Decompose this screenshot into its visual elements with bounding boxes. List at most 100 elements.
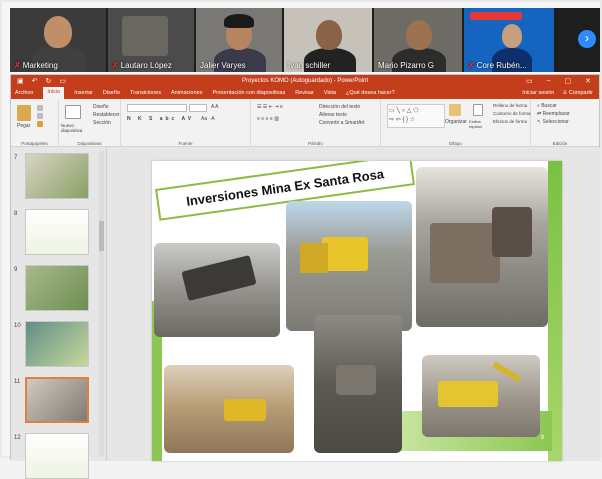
slide-thumbnail[interactable]: [25, 265, 89, 311]
participant-face: [44, 16, 72, 48]
tab-4[interactable]: Transiciones: [130, 90, 161, 96]
align-text-button[interactable]: Alinear texto: [319, 112, 347, 118]
muted-mic-icon: ✗: [468, 61, 475, 70]
slide-thumbnail[interactable]: [25, 209, 89, 255]
participant-tile[interactable]: ✗ Core Rubén...: [464, 8, 554, 72]
new-slide-icon[interactable]: [65, 105, 81, 119]
participant-face: [502, 24, 522, 48]
font-style-buttons[interactable]: N K S abc AV: [127, 116, 194, 122]
paste-button[interactable]: Pegar: [17, 123, 30, 129]
copy-icon[interactable]: [37, 113, 43, 119]
scrollbar-thumb[interactable]: [99, 221, 104, 251]
group-editing: ⌕ Buscar ⇄ Reemplazar ↖ Seleccionar Edic…: [537, 103, 570, 146]
quick-styles-icon[interactable]: [473, 104, 483, 116]
align-buttons[interactable]: ≡ ≡ ≡ ≡ ▥: [257, 116, 279, 122]
muted-mic-icon: ✗: [14, 61, 21, 70]
shape-fill-button[interactable]: Relleno de forma: [493, 103, 527, 108]
participant-strip: ✗ Marketing ✗ Lautaro López Jalier Varyes …: [10, 8, 600, 72]
slide-thumbnail[interactable]: [25, 153, 89, 199]
participant-tile[interactable]: Ivan schiller: [284, 8, 372, 72]
participant-name: Core Rubén...: [476, 61, 527, 70]
tab-2[interactable]: Insertar: [74, 90, 93, 96]
tab-1[interactable]: Inicio: [43, 87, 65, 99]
plant-photo[interactable]: [416, 167, 548, 327]
format-painter-icon[interactable]: [37, 121, 43, 127]
truck-cab: [322, 237, 368, 271]
participant-tile[interactable]: ✗ Marketing: [10, 8, 106, 72]
share-button[interactable]: ♙ Compartir: [562, 90, 593, 96]
participant-name: Lautaro López: [120, 61, 172, 70]
machine-shape: [181, 254, 257, 302]
quick-styles-button[interactable]: Estilos rápidos: [469, 119, 491, 129]
thumbnail-number: 7: [14, 155, 18, 161]
font-size-input[interactable]: [189, 104, 207, 112]
convert-smartart-button[interactable]: Convertir a SmartArt: [319, 120, 365, 126]
stockpile-photo[interactable]: [314, 315, 402, 453]
participant-tile[interactable]: ✗ Lautaro López: [108, 8, 194, 72]
group-font: A A N K S abc AV Aa · A Fuente: [121, 99, 251, 147]
participant-hair: [224, 14, 254, 28]
participant-name: Ivan schiller: [288, 61, 331, 70]
arrange-icon[interactable]: [449, 104, 461, 116]
muted-mic-icon: ✗: [112, 61, 119, 70]
next-participants-button[interactable]: ›: [578, 30, 596, 48]
loader-shape: [224, 399, 266, 421]
slide-thumbnail[interactable]: [25, 321, 89, 367]
thumbnail-number: 12: [14, 435, 21, 441]
current-slide[interactable]: Inversiones Mina Ex Santa Rosa 9: [152, 161, 562, 461]
tab-8[interactable]: Vista: [324, 90, 336, 96]
crusher-photo[interactable]: [154, 243, 280, 337]
reset-button[interactable]: Restablecer: [93, 112, 120, 118]
participant-name: Mario Pizarro G: [378, 61, 435, 70]
participant-tile[interactable]: Mario Pizarro G: [374, 8, 462, 72]
loader-photo[interactable]: [164, 365, 294, 453]
participant-face: [406, 20, 432, 50]
group-slides: Nuevo diapositiva Diseño Restablecer Sec…: [59, 99, 121, 147]
powerpoint-window: ▣ ↶ ↻ ▭ Proyectos KOMO (Autoguardado) - …: [10, 74, 601, 479]
thumbnail-number: 8: [14, 211, 18, 217]
replace-button[interactable]: ⇄ Reemplazar: [537, 111, 570, 117]
slide-thumbnail[interactable]: [25, 377, 89, 423]
select-button[interactable]: ↖ Seleccionar: [537, 119, 569, 125]
new-slide-button[interactable]: Nuevo diapositiva: [61, 123, 89, 133]
screen-frame: ✗ Marketing ✗ Lautaro López Jalier Varyes …: [0, 0, 602, 479]
tab-5[interactable]: Animaciones: [171, 90, 203, 96]
tab-7[interactable]: Revisar: [295, 90, 314, 96]
thumbnails-scrollbar[interactable]: [99, 151, 104, 457]
thumbnail-number: 9: [14, 267, 18, 273]
participant-tile[interactable]: Jalier Varyes: [196, 8, 282, 72]
paste-icon[interactable]: [17, 105, 31, 121]
shape-outline-button[interactable]: Contorno de forma: [493, 111, 531, 116]
arrange-button[interactable]: Organizar: [445, 119, 467, 125]
slide-thumbnail[interactable]: [25, 433, 89, 479]
shape-effects-button[interactable]: Efectos de forma: [493, 119, 527, 124]
tab-6[interactable]: Presentación con diapositivas: [212, 90, 285, 96]
tab-3[interactable]: Diseño: [103, 90, 120, 96]
window-title: Proyectos KOMO (Autoguardado) - PowerPoi…: [241, 78, 369, 84]
tab-9[interactable]: ¿Qué desea hacer?: [346, 90, 395, 96]
truck-body: [300, 243, 328, 273]
list-buttons[interactable]: ☰ ☰ ⇤ ⇥ ≡: [257, 104, 283, 110]
ribbon: Pegar Portapapeles Nuevo diapositiva Dis…: [11, 99, 599, 147]
group-clipboard: Pegar Portapapeles: [11, 99, 59, 147]
truck-photo[interactable]: [286, 201, 412, 331]
excavator-photo[interactable]: [422, 355, 540, 437]
find-button[interactable]: ⌕ Buscar: [537, 103, 557, 109]
shapes-icon: ▭ ╲ ○ △ ⬠: [389, 108, 419, 114]
slide-thumbnails-pane: 7 8 9 10 11 12: [11, 147, 107, 479]
group-drawing: ▭ ╲ ○ △ ⬠ ⇨ ⇦ { } ☆ Organizar Estilos rá…: [381, 99, 531, 147]
font-name-input[interactable]: [127, 104, 187, 112]
grow-shrink-font-icon[interactable]: A A: [211, 104, 219, 110]
font-color-icon[interactable]: Aa · A: [201, 116, 215, 122]
text-direction-button[interactable]: Dirección del texto: [319, 104, 360, 110]
slide-number: 9: [540, 435, 544, 441]
tab-0[interactable]: Archivo: [15, 90, 33, 96]
cut-icon[interactable]: [37, 105, 43, 111]
excavator-shape: [438, 381, 498, 407]
layout-button[interactable]: Diseño: [93, 104, 109, 110]
group-paragraph: ☰ ☰ ⇤ ⇥ ≡ ≡ ≡ ≡ ≡ ▥ Dirección del texto …: [251, 99, 381, 147]
section-button[interactable]: Sección: [93, 120, 111, 126]
crusher-machine: [430, 223, 500, 283]
sign-in-link[interactable]: Iniciar sesión: [522, 90, 554, 96]
participant-name: Jalier Varyes: [200, 61, 246, 70]
